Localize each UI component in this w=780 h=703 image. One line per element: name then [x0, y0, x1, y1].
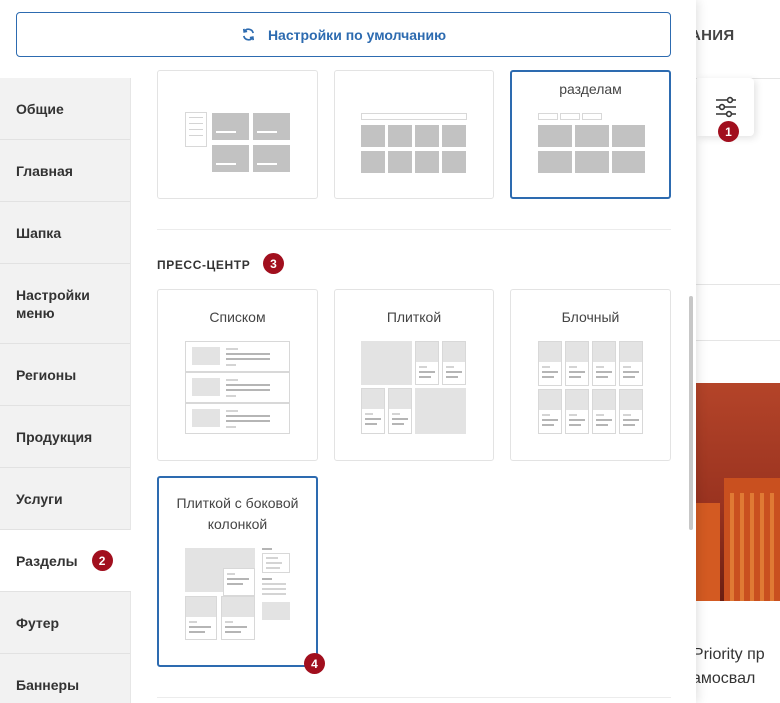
refresh-icon: [242, 28, 254, 41]
press-center-title: ПРЕСС-ЦЕНТР: [157, 258, 251, 272]
press-layout-tile-sidebar-card[interactable]: Плиткой с боковой колонкой: [157, 476, 318, 667]
background-tab-text: АНИЯ: [690, 27, 735, 44]
step-badge-4: 4: [304, 653, 325, 674]
card-title: Списком: [209, 309, 266, 325]
press-layout-tile-card[interactable]: Плиткой: [334, 289, 494, 461]
background-divider: [696, 340, 780, 341]
sidebar-item-sections[interactable]: Разделы 2: [0, 530, 131, 592]
background-photo: [696, 383, 780, 601]
background-news-title[interactable]: : Priority пр: [684, 646, 765, 664]
step-badge-3: 3: [263, 253, 284, 274]
sidebar-item-regions[interactable]: Регионы: [0, 344, 130, 406]
sidebar-item-label: Общие: [16, 100, 64, 117]
sidebar-item-general[interactable]: Общие: [0, 78, 130, 140]
layout-preview: [361, 341, 412, 385]
sidebar-item-products[interactable]: Продукция: [0, 406, 130, 468]
sidebar-item-banners[interactable]: Баннеры: [0, 654, 130, 703]
sidebar-item-label: Регионы: [16, 366, 77, 383]
card-title: разделам: [559, 81, 622, 97]
section-layout-card-3[interactable]: разделам: [510, 70, 671, 199]
sidebar-item-label: Настройки меню: [16, 286, 90, 321]
press-layout-block-card[interactable]: Блочный: [510, 289, 671, 461]
panel-header: Настройки по умолчанию: [0, 0, 696, 78]
sidebar-item-label: Футер: [16, 614, 60, 631]
press-layout-list-card[interactable]: Списком: [157, 289, 318, 461]
card-title: Плиткой с боковой колонкой: [176, 495, 299, 532]
sidebar-item-header[interactable]: Шапка: [0, 202, 130, 264]
section-layout-card-1[interactable]: [157, 70, 318, 199]
layout-preview: [361, 113, 467, 120]
sidebar-item-menu-settings[interactable]: Настройки меню: [0, 264, 130, 344]
sidebar-item-label: Шапка: [16, 224, 62, 241]
reset-defaults-label: Настройки по умолчанию: [267, 26, 447, 43]
step-badge-2: 2: [91, 550, 113, 571]
sidebar-item-footer[interactable]: Футер: [0, 592, 130, 654]
sidebar-item-label: Услуги: [16, 490, 63, 507]
section-divider: [157, 697, 671, 698]
card-title: Блочный: [561, 309, 620, 325]
sidebar-item-label: Продукция: [16, 428, 93, 445]
background-divider: [696, 284, 780, 285]
settings-sidebar: Общие Главная Шапка Настройки меню Регио…: [0, 78, 131, 703]
card-title: Плиткой: [386, 309, 442, 325]
section-divider: [157, 229, 671, 230]
sidebar-item-label: Разделы: [16, 552, 78, 569]
sidebar-item-main[interactable]: Главная: [0, 140, 130, 202]
content-scrollbar[interactable]: [689, 296, 693, 530]
reset-defaults-button[interactable]: Настройки по умолчанию: [16, 12, 671, 57]
step-badge-1: 1: [718, 121, 739, 142]
sidebar-item-label: Баннеры: [16, 676, 80, 693]
sidebar-item-label: Главная: [16, 162, 73, 179]
sliders-icon: [715, 96, 736, 118]
layout-preview: [538, 113, 558, 120]
section-layout-card-2[interactable]: [334, 70, 494, 199]
sidebar-item-services[interactable]: Услуги: [0, 468, 130, 530]
